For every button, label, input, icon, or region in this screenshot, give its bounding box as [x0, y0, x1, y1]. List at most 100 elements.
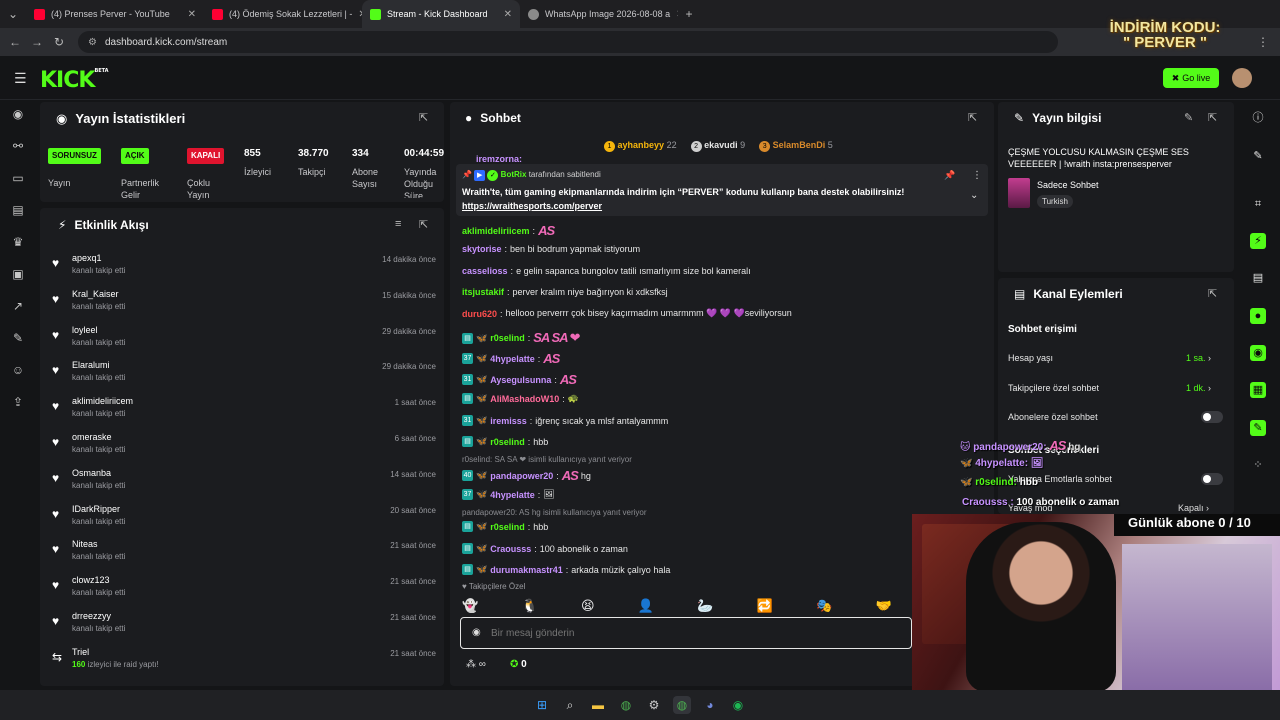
chat-settings-icon[interactable]: ⁂ ∞ — [466, 659, 486, 670]
popout-icon[interactable]: ⇱ — [1208, 111, 1217, 124]
new-tab-icon[interactable]: + — [678, 7, 700, 21]
emote-icon[interactable]: 🎭 — [816, 598, 832, 614]
chat-message[interactable]: aklimideliriicem: AS — [462, 223, 555, 238]
edit-icon[interactable]: ✎ — [1250, 148, 1266, 164]
chat-username[interactable]: skytorise — [462, 244, 502, 254]
chat-username[interactable]: r0selind — [490, 333, 525, 343]
wrench-icon[interactable]: ✎ — [1250, 420, 1266, 436]
discord-icon[interactable]: ◕ — [701, 696, 719, 714]
emoji-icon[interactable]: ◉ — [472, 627, 481, 638]
leader-entry[interactable]: 3 SelamBenDi 5 — [759, 140, 833, 152]
chat-message[interactable]: itsjustakif: perver kralım niye bağırıyo… — [462, 287, 668, 297]
info-icon[interactable]: ⓘ — [1250, 110, 1266, 126]
chat-username[interactable]: AliMashadoW10 — [490, 394, 559, 404]
chat-message[interactable]: ▤ 🦋 AliMashadoW10: 🐢 — [462, 393, 579, 404]
activity-event[interactable]: ♥ Niteas kanalı takip etti 21 saat önce — [52, 538, 436, 566]
filter-icon[interactable]: ≡ — [395, 218, 401, 230]
followers-only-setting[interactable]: 1 dk. › — [1186, 383, 1211, 393]
activity-event[interactable]: ♥ loyleel kanalı takip etti 29 dakika önce — [52, 324, 436, 352]
back-icon[interactable]: ← — [4, 35, 26, 49]
chat-username[interactable]: iremisss — [490, 416, 527, 426]
chart-icon[interactable]: ↗ — [10, 298, 26, 314]
emote-icon[interactable]: 👻 — [462, 598, 478, 614]
emote-icon[interactable]: 🐧 — [521, 598, 537, 614]
chat-bubble-icon[interactable]: ● — [1250, 308, 1266, 324]
chat-message[interactable]: ▤ 🦋 Craousss: 100 abonelik o zaman — [462, 543, 628, 554]
chat-message[interactable]: 40 🦋 pandapower20: AS hg — [462, 468, 591, 483]
activity-event[interactable]: ♥ drreezzyy kanalı takip etti 21 saat önce — [52, 610, 436, 638]
close-tab-icon[interactable]: ✕ — [504, 9, 512, 20]
tab-list-icon[interactable]: ⌄ — [0, 7, 26, 21]
chat-username[interactable]: aklimideliriicem — [462, 226, 530, 236]
trophy-icon[interactable]: ♛ — [10, 234, 26, 250]
chat-message[interactable]: ▤ 🦋 durumakmastr41: arkada müzik çalıyo ha… — [462, 564, 670, 575]
chat-message[interactable]: 31 🦋 iremisss: iğrenç sıcak ya mlsf antaly… — [462, 415, 668, 426]
chat-username[interactable]: itsjustakif — [462, 287, 504, 297]
chat-username[interactable]: casselioss — [462, 266, 508, 276]
emote-icon[interactable]: 😫 — [581, 598, 595, 614]
chat-message[interactable]: ▤ 🦋 r0selind: hbb — [462, 436, 548, 447]
activity-event[interactable]: ♥ clowz123 kanalı takip etti 21 saat önce — [52, 574, 436, 602]
chevron-down-icon[interactable]: ⌄ — [970, 190, 978, 201]
browser-tab-youtube-2[interactable]: (4) Ödemiş Sokak Lezzetleri | - ✕ — [204, 0, 362, 28]
channel-points[interactable]: ✪ 0 — [510, 659, 527, 670]
users-icon[interactable]: ☺ — [10, 362, 26, 378]
chat-username[interactable]: r0selind — [490, 522, 525, 532]
activity-event[interactable]: ♥ Osmanba kanalı takip etti 14 saat önce — [52, 467, 436, 495]
chat-input-box[interactable]: ◉ — [460, 617, 912, 649]
forward-icon[interactable]: → — [26, 35, 48, 49]
activity-event[interactable]: ♥ apexq1 kanalı takip etti 14 dakika önce — [52, 252, 436, 280]
chrome-icon[interactable]: ◍ — [617, 696, 635, 714]
apps-icon[interactable]: ⁘ — [1250, 457, 1266, 473]
upload-icon[interactable]: ⇪ — [10, 394, 26, 410]
reload-icon[interactable]: ↻ — [48, 35, 70, 49]
chat-username[interactable]: durumakmastr41 — [490, 565, 563, 575]
chat-username[interactable]: Craousss — [490, 544, 531, 554]
slow-mode-setting[interactable]: Kapalı › — [1178, 503, 1209, 513]
unpin-icon[interactable]: 📌 — [944, 170, 955, 181]
activity-event[interactable]: ♥ Kral_Kaiser kanalı takip etti 15 dakika ö… — [52, 288, 436, 316]
go-live-button[interactable]: ✖ Go live — [1163, 68, 1219, 88]
video-icon[interactable]: ▣ — [10, 266, 26, 282]
activity-event[interactable]: ♥ IDarkRipper kanalı takip etti 20 saat önc… — [52, 503, 436, 531]
avatar[interactable] — [1232, 68, 1252, 88]
chat-message[interactable]: ▤ 🦋 r0selind: SA SA ❤ — [462, 330, 581, 346]
document-icon[interactable]: ▤ — [1250, 270, 1266, 286]
chat-message[interactable]: 31 🦋 Aysegulsunna: AS — [462, 372, 577, 387]
chat-message[interactable]: skytorise: ben bi bodrum yapmak istiyoru… — [462, 244, 640, 254]
popout-icon[interactable]: ⇱ — [1208, 287, 1217, 300]
hamburger-menu-icon[interactable]: ☰ — [14, 70, 27, 87]
kick-logo[interactable]: KICKBETA — [40, 68, 109, 93]
activity-event[interactable]: ♥ aklimideliriicem kanalı takip etti 1 saat… — [52, 395, 436, 423]
browser-menu-icon[interactable]: ⋮ — [1252, 35, 1274, 49]
browser-tab-whatsapp[interactable]: WhatsApp Image 2026-08-08 a ✕ — [520, 0, 678, 28]
chat-username[interactable]: duru620 — [462, 309, 497, 319]
chat-username[interactable]: pandapower20 — [490, 471, 553, 481]
chat-message[interactable]: 37 🦋 4hypelatte: AS — [462, 351, 560, 366]
leader-entry[interactable]: 2 ekavudi 9 — [690, 140, 745, 152]
activity-event[interactable]: ♥ omeraske kanalı takip etti 6 saat önce — [52, 431, 436, 459]
window-icon[interactable]: ▭ — [10, 170, 26, 186]
address-bar[interactable]: ⚙ dashboard.kick.com/stream — [78, 31, 1058, 53]
windows-start-icon[interactable]: ⊞ — [533, 696, 551, 714]
reply-context[interactable]: r0selind: SA SA ❤ isimli kullanıcıya yan… — [462, 455, 632, 464]
broadcast-icon[interactable]: ◉ — [1250, 345, 1266, 361]
more-options-icon[interactable]: ⋮ — [972, 170, 982, 181]
screenshot-icon[interactable]: ⌗ — [1250, 196, 1266, 212]
activity-event[interactable]: ♥ Elaralumi kanalı takip etti 29 dakika önc… — [52, 359, 436, 387]
chat-message[interactable]: ▤ 🦋 r0selind: hbb — [462, 521, 548, 532]
chat-message[interactable]: duru620: hellooo perverrr çok bisey kaçı… — [462, 308, 792, 319]
pinned-link[interactable]: https://wraithesports.com/perver — [462, 201, 602, 211]
analytics-icon[interactable]: ▤ — [10, 202, 26, 218]
site-info-icon[interactable]: ⚙ — [88, 37, 97, 48]
chat-username[interactable]: 4hypelatte — [490, 490, 535, 500]
search-icon[interactable]: ⌕ — [561, 696, 579, 714]
chat-message[interactable]: casselioss: e gelin sapanca bungolov tat… — [462, 266, 751, 276]
chrome-icon[interactable]: ◍ — [673, 696, 691, 714]
popout-icon[interactable]: ⇱ — [968, 111, 977, 124]
link-icon[interactable]: ⚯ — [10, 138, 26, 154]
chat-username[interactable]: 4hypelatte — [490, 354, 535, 364]
spotify-icon[interactable]: ◉ — [729, 696, 747, 714]
subs-only-toggle[interactable] — [1201, 411, 1223, 423]
popout-icon[interactable]: ⇱ — [419, 218, 428, 231]
